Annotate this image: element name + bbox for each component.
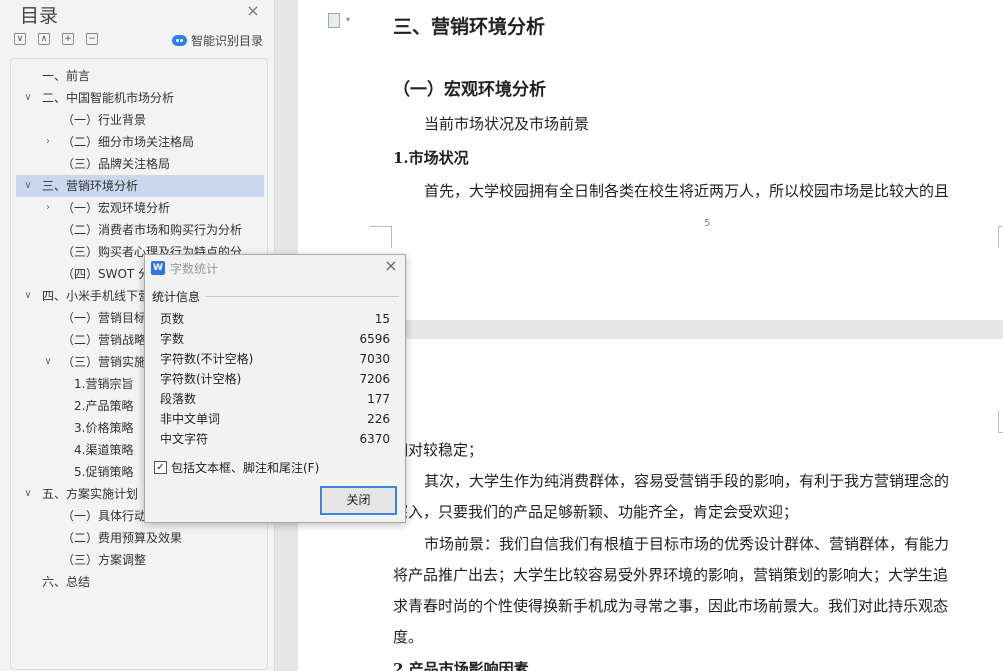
stat-value: 6596: [359, 332, 390, 346]
toc-item[interactable]: （二）费用预算及效果: [16, 527, 264, 549]
expand-all-icon[interactable]: ∨: [14, 33, 26, 45]
chevron-down-icon[interactable]: ∨: [22, 483, 34, 505]
paragraph-line: 度。: [393, 628, 424, 646]
toc-item-label: 六、总结: [42, 575, 91, 589]
chevron-down-icon[interactable]: ∨: [22, 285, 34, 307]
stat-label: 字符数(不计空格): [160, 352, 254, 366]
margin-marker: [998, 411, 1003, 433]
toc-item[interactable]: 六、总结: [16, 571, 264, 593]
stat-label: 段落数: [160, 392, 197, 406]
remove-heading-icon[interactable]: −: [86, 33, 98, 45]
stat-value: 7206: [359, 372, 390, 386]
toc-item[interactable]: › （二）细分市场关注格局: [16, 131, 264, 153]
toc-item-label: 2.产品策略: [74, 399, 134, 413]
group-label: 统计信息: [152, 288, 205, 305]
chevron-down-icon[interactable]: ∨: [22, 87, 34, 109]
stat-row: 字符数(计空格) 7206: [160, 369, 390, 389]
heading-level1: 三、营销环境分析: [393, 16, 546, 38]
ai-cloud-icon: [172, 34, 187, 46]
chevron-down-icon[interactable]: ∨: [42, 351, 54, 373]
toc-item-label: （三）品牌关注格局: [62, 157, 171, 171]
toc-item-label: 三、营销环境分析: [42, 179, 139, 193]
document-icon[interactable]: [328, 13, 340, 28]
stat-value: 7030: [359, 352, 390, 366]
stat-label: 中文字符: [160, 432, 209, 446]
smart-toc-label: 智能识别目录: [191, 33, 264, 48]
paragraph-line: 市场前景：我们自信我们有根植于目标市场的优秀设计群体、营销群体，有能力: [424, 535, 950, 553]
heading-level3: 1.市场状况: [393, 149, 469, 167]
toc-item[interactable]: ∨ 三、营销环境分析: [16, 175, 264, 197]
heading-level3: 2.产品市场影响因素: [393, 660, 529, 671]
paragraph: 当前市场状况及市场前景: [424, 115, 590, 133]
collapse-all-icon[interactable]: ∧: [38, 33, 50, 45]
toc-item[interactable]: （三）品牌关注格局: [16, 153, 264, 175]
toc-item-label: （三）方案调整: [62, 553, 147, 567]
margin-marker: [370, 226, 392, 248]
toc-item-label: （二）营销战略: [62, 333, 147, 347]
toc-close-icon[interactable]: ×: [245, 3, 261, 19]
chevron-right-icon[interactable]: ›: [42, 131, 54, 153]
toc-item-label: 一、前言: [42, 69, 91, 83]
toc-title: 目录: [20, 5, 59, 27]
chevron-down-icon[interactable]: ▾: [346, 15, 350, 24]
toc-item-label: （一）宏观环境分析: [62, 201, 171, 215]
toc-item[interactable]: （三）方案调整: [16, 549, 264, 571]
checkbox-icon[interactable]: ✓: [154, 460, 167, 474]
toc-item-label: 五、方案实施计划: [42, 487, 139, 501]
paragraph: 首先，大学校园拥有全日制各类在校生将近两万人，所以校园市场是比较大的且: [424, 182, 950, 200]
toc-item-label: 二、中国智能机市场分析: [42, 91, 175, 105]
heading-level2: （一）宏观环境分析: [393, 80, 546, 100]
chevron-down-icon[interactable]: ∨: [22, 175, 34, 197]
stat-value: 6370: [359, 432, 390, 446]
paragraph-line: 相对较稳定；: [393, 441, 484, 459]
smart-toc-button[interactable]: 智能识别目录: [172, 31, 263, 49]
toc-item[interactable]: ∨ 二、中国智能机市场分析: [16, 87, 264, 109]
toc-item-label: 1.营销宗旨: [74, 377, 134, 391]
group-divider: [205, 296, 399, 297]
stat-row: 页数 15: [160, 309, 390, 329]
page-number: 5: [704, 218, 711, 229]
toc-item[interactable]: › （一）宏观环境分析: [16, 197, 264, 219]
word-count-dialog: W 字数统计 × 统计信息 ✓ 包括文本框、脚注和尾注(F) 关闭 页数 15 字数…: [144, 254, 406, 523]
wps-app-icon: W: [151, 261, 165, 275]
toc-item-label: 4.渠道策略: [74, 443, 134, 457]
dialog-close-icon[interactable]: ×: [383, 258, 399, 274]
stat-row: 字数 6596: [160, 329, 390, 349]
stat-row: 字符数(不计空格) 7030: [160, 349, 390, 369]
stat-row: 非中文单词 226: [160, 409, 390, 429]
close-button[interactable]: 关闭: [320, 486, 397, 515]
stat-label: 字数: [160, 332, 185, 346]
stat-row: 段落数 177: [160, 389, 390, 409]
dialog-title: 字数统计: [170, 262, 219, 276]
margin-marker: [998, 226, 1003, 248]
paragraph-line: 深入，只要我们的产品足够新颖、功能齐全，肯定会受欢迎；: [393, 503, 799, 521]
stat-label: 非中文单词: [160, 412, 221, 426]
toc-item[interactable]: 一、前言: [16, 65, 264, 87]
toc-item-label: 3.价格策略: [74, 421, 134, 435]
paragraph-line: 求青春时尚的个性使得换新手机成为寻常之事，因此市场前景大。我们对此持乐观态: [393, 597, 949, 615]
toc-item-label: （二）细分市场关注格局: [62, 135, 195, 149]
stat-row: 中文字符 6370: [160, 429, 390, 449]
stat-value: 15: [374, 312, 390, 326]
stat-value: 226: [367, 412, 390, 426]
toc-item-label: （二）消费者市场和购买行为分析: [62, 223, 243, 237]
toc-item-label: （二）费用预算及效果: [62, 531, 183, 545]
toc-item-label: （一）营销目标: [62, 311, 147, 325]
stat-label: 页数: [160, 312, 185, 326]
toc-item[interactable]: （二）消费者市场和购买行为分析: [16, 219, 264, 241]
paragraph-line: 将产品推广出去；大学生比较容易受外界环境的影响，营销策划的影响大；大学生追: [393, 566, 949, 584]
toc-item-label: （一）行业背景: [62, 113, 147, 127]
include-textbox-checkbox[interactable]: ✓ 包括文本框、脚注和尾注(F): [154, 459, 319, 475]
stat-label: 字符数(计空格): [160, 372, 242, 386]
stat-value: 177: [367, 392, 390, 406]
checkbox-label: 包括文本框、脚注和尾注(F): [171, 460, 320, 475]
add-heading-icon[interactable]: +: [62, 33, 74, 45]
paragraph-line: 其次，大学生作为纯消费群体，容易受营销手段的影响，有利于我方营销理念的: [424, 472, 950, 490]
chevron-right-icon[interactable]: ›: [42, 197, 54, 219]
toc-item-label: 5.促销策略: [74, 465, 134, 479]
toc-item[interactable]: （一）行业背景: [16, 109, 264, 131]
